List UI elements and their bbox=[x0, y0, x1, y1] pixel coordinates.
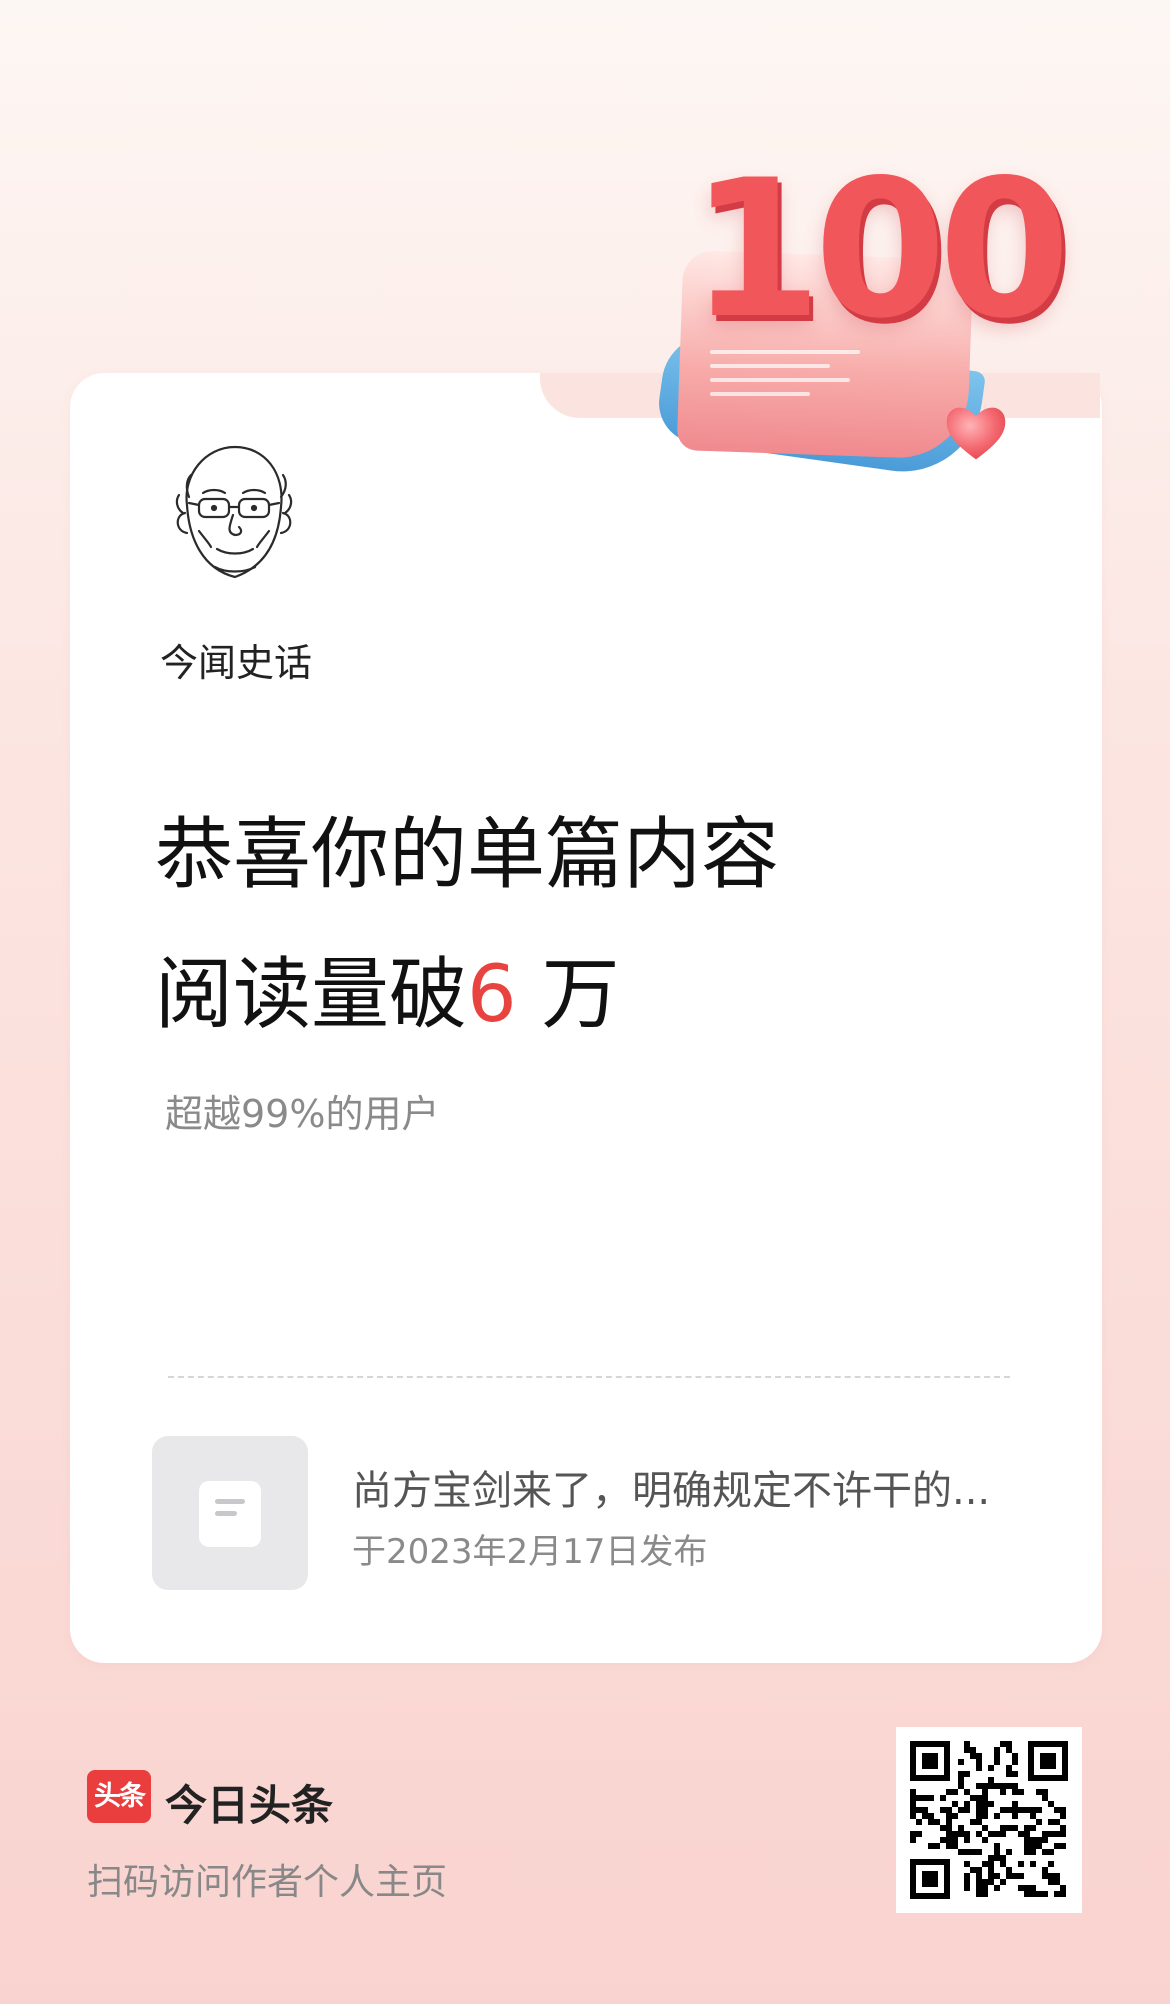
headline-line-2: 阅读量破6 万 bbox=[155, 925, 779, 1065]
author-name: 今闻史话 bbox=[160, 641, 313, 685]
headline-prefix: 阅读量破 bbox=[155, 950, 468, 1040]
read-count-number: 6 bbox=[467, 950, 517, 1040]
ranking-subtext: 超越99%的用户 bbox=[165, 1092, 440, 1136]
achievement-headline: 恭喜你的单篇内容 阅读量破6 万 bbox=[155, 785, 779, 1065]
heart-icon bbox=[946, 407, 1006, 460]
avatar bbox=[175, 445, 293, 579]
toutiao-logo: 头条 bbox=[87, 1770, 151, 1823]
qr-caption: 扫码访问作者个人主页 bbox=[87, 1862, 448, 1903]
milestone-badge: 100 bbox=[650, 155, 1071, 482]
qr-code[interactable] bbox=[896, 1727, 1082, 1913]
badge-number: 100 bbox=[690, 139, 1071, 360]
document-icon bbox=[199, 1481, 261, 1547]
dashed-divider bbox=[168, 1376, 1010, 1378]
article-title[interactable]: 尚方宝剑来了，明确规定不许干的... bbox=[352, 1458, 990, 1516]
headline-suffix: 万 bbox=[516, 950, 620, 1040]
article-thumbnail[interactable] bbox=[152, 1436, 308, 1590]
article-date: 于2023年2月17日发布 bbox=[352, 1532, 708, 1572]
headline-line-1: 恭喜你的单篇内容 bbox=[155, 810, 780, 900]
brand-name: 今日头条 bbox=[165, 1781, 334, 1830]
